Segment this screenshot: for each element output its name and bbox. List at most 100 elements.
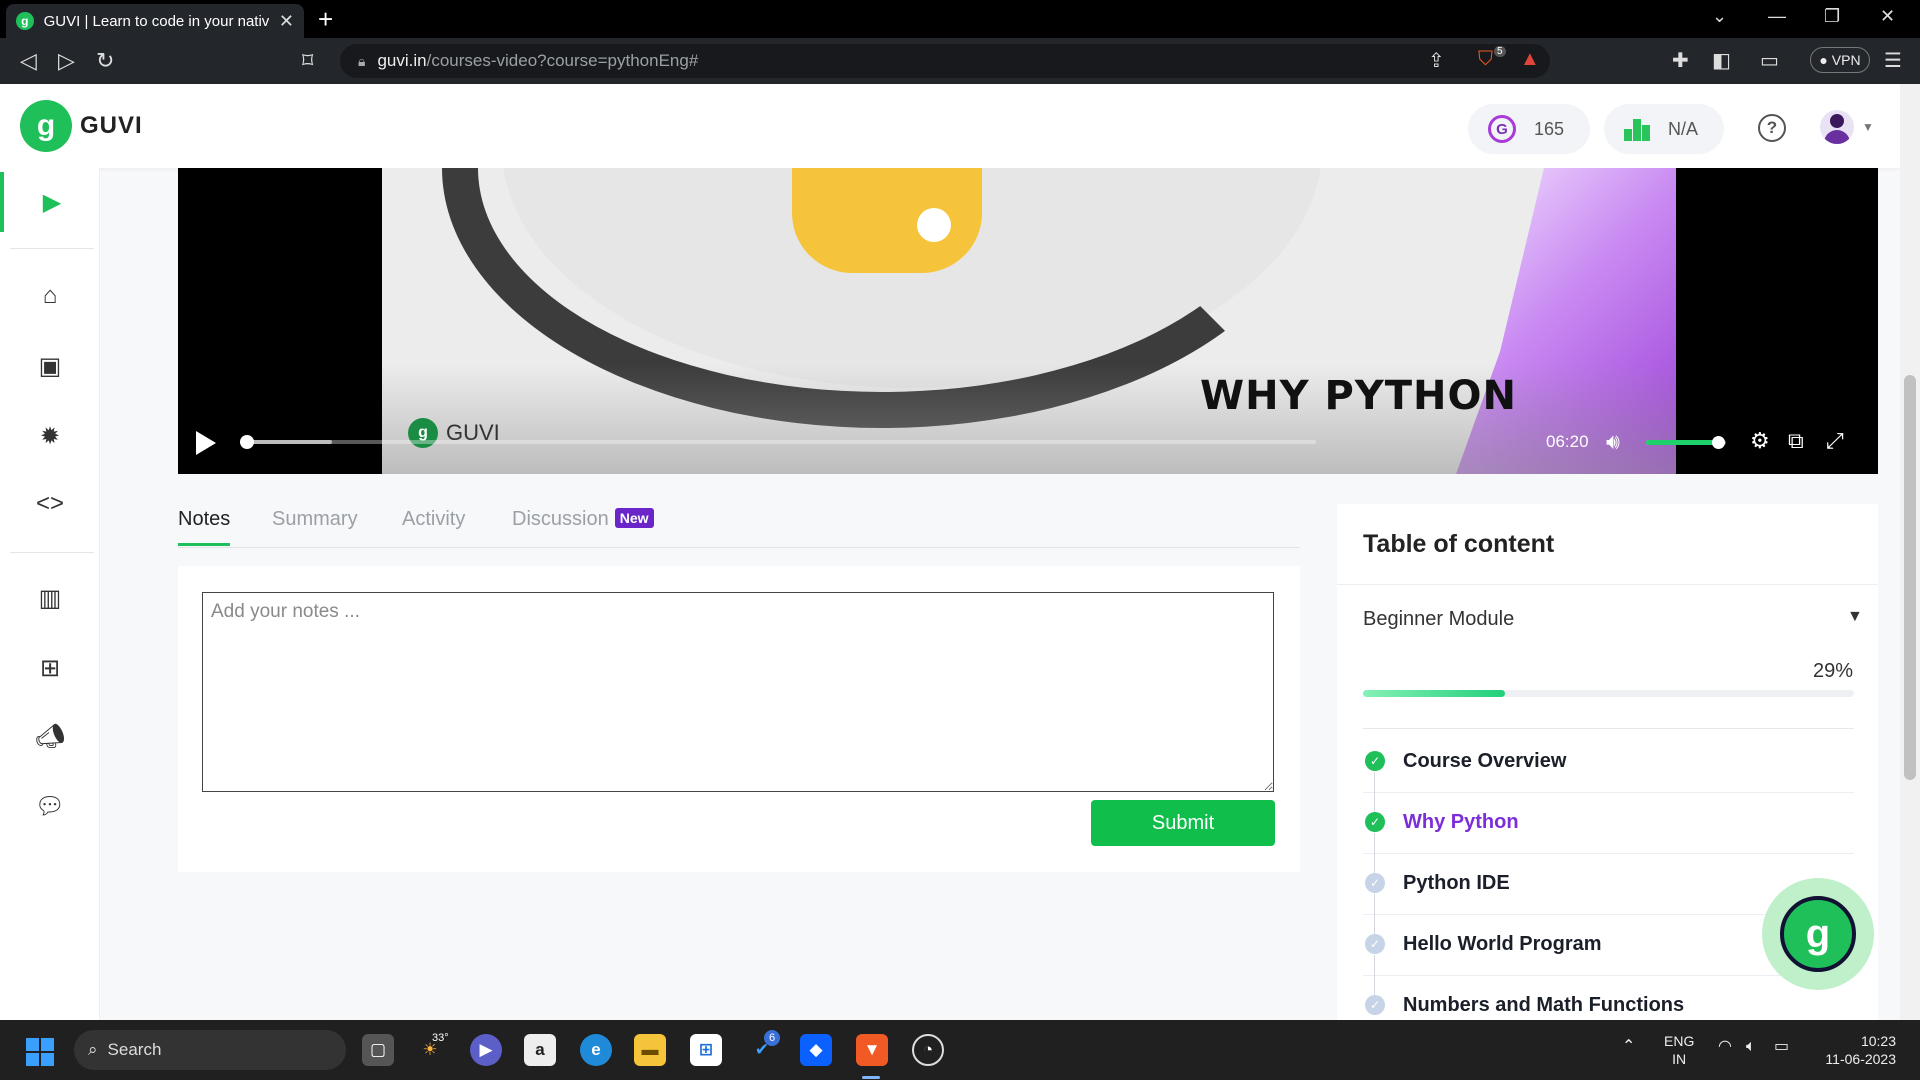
wifi-icon[interactable]: ◠ — [1718, 1038, 1732, 1056]
fullscreen-icon[interactable]: ⤢ — [1826, 428, 1844, 454]
play-icon[interactable] — [196, 431, 216, 455]
teams-icon[interactable]: ▶ — [470, 1034, 502, 1066]
lesson-item[interactable]: ✓ Numbers and Math Functions — [1363, 976, 1854, 1020]
speaker-icon[interactable]: 🔈︎ — [1746, 1038, 1756, 1056]
back-icon[interactable]: ◁ — [20, 48, 37, 74]
dropbox-icon[interactable]: ◆ — [800, 1034, 832, 1066]
new-tab-button[interactable]: + — [318, 4, 333, 35]
minimize-icon[interactable]: — — [1768, 6, 1786, 27]
brand-name[interactable]: GUVI — [80, 112, 143, 140]
sidebar-item-debug[interactable]: ✹ — [0, 406, 100, 466]
taskbar-search-label: Search — [107, 1040, 162, 1059]
bug-icon: ✹ — [39, 422, 61, 450]
avatar[interactable] — [1820, 110, 1854, 144]
guvi-logo-icon[interactable]: g — [20, 100, 72, 152]
help-icon[interactable]: ? — [1758, 114, 1786, 142]
headset-icon: g — [1780, 896, 1856, 972]
lesson-label: Why Python — [1403, 811, 1519, 833]
video-player[interactable]: WHY PYTHON g GUVI 06:20 🔊︎ ⚙ ⧉ ⤢ — [178, 168, 1878, 474]
language-indicator[interactable]: ENG IN — [1664, 1032, 1694, 1068]
url-field[interactable]: 🔒︎ guvi.in/courses-video?course=pythonEn… — [340, 44, 1550, 78]
chevron-down-icon[interactable]: ▼ — [1862, 120, 1874, 134]
sidebar-item-practice[interactable]: ⌂ — [0, 266, 100, 326]
share-icon[interactable]: ⇪ — [1428, 48, 1445, 73]
task-view-icon[interactable]: ▢ — [362, 1034, 394, 1066]
sidebar-item-leaderboard[interactable]: ▥ — [0, 568, 100, 628]
tab-discussion[interactable]: Discussion New — [512, 508, 654, 543]
volume-fill — [1646, 440, 1718, 445]
vpn-button[interactable]: ● VPN — [1810, 47, 1870, 73]
battery-icon[interactable]: ▭ — [1774, 1038, 1789, 1056]
module-progress-label: 29% — [1813, 660, 1854, 682]
module-progress-fill — [1363, 690, 1506, 697]
seek-bar[interactable] — [240, 435, 1316, 449]
sidebar-toggle-icon[interactable]: ◧ — [1712, 48, 1731, 73]
store-icon[interactable]: ⊞ — [690, 1034, 722, 1066]
python-logo-eye — [917, 208, 951, 242]
support-chat-button[interactable]: g — [1762, 878, 1874, 990]
restore-icon[interactable]: ❐ — [1824, 6, 1840, 27]
chevron-down-icon[interactable]: ▼ — [1847, 608, 1863, 626]
video-frame — [382, 168, 1676, 474]
sidebar-item-code[interactable]: <> — [0, 474, 100, 534]
module-name[interactable]: Beginner Module — [1363, 608, 1514, 631]
check-done-icon: ✓ — [1365, 812, 1385, 832]
taskbar-search[interactable]: ⌕ Search — [74, 1030, 346, 1070]
lang-bottom: IN — [1672, 1051, 1687, 1067]
brave-rewards-icon[interactable]: ▲ — [1520, 48, 1540, 71]
close-window-icon[interactable]: ✕ — [1880, 6, 1895, 27]
lesson-item[interactable]: ✓ Why Python — [1363, 793, 1854, 854]
brave-shield-icon[interactable]: ⛉ — [1478, 48, 1493, 71]
volume-handle[interactable] — [1712, 436, 1725, 449]
close-tab-icon[interactable]: ✕ — [279, 11, 294, 32]
bar-chart-icon: ▥ — [38, 584, 62, 612]
wallet-icon[interactable]: ▭ — [1760, 48, 1779, 73]
menu-icon[interactable]: ☰ — [1884, 48, 1902, 73]
edge-icon[interactable]: e — [580, 1034, 612, 1066]
forward-icon[interactable]: ▷ — [58, 48, 75, 74]
popout-icon[interactable]: ⧉ — [1788, 428, 1804, 454]
rank-counter[interactable]: N/A — [1604, 104, 1724, 154]
video-heading: WHY PYTHON — [1200, 373, 1518, 419]
page-scrollbar-thumb[interactable] — [1904, 375, 1916, 780]
leaderboard-icon — [1624, 117, 1650, 141]
submit-button[interactable]: Submit — [1091, 800, 1275, 846]
amazon-icon[interactable]: a — [524, 1034, 556, 1066]
shapes-icon: ⌂ — [42, 282, 58, 309]
volume-slider[interactable] — [1646, 436, 1726, 449]
sidebar-item-videos[interactable]: ▶︎ — [0, 172, 100, 232]
sidebar-item-forum[interactable]: 💬︎ — [0, 776, 100, 836]
sidebar-item-announcements[interactable]: 📣︎ — [0, 706, 100, 766]
bookmark-icon[interactable]: ⌑ — [302, 48, 313, 74]
weather-temp: 33° — [432, 1032, 449, 1044]
settings-icon[interactable]: ⚙ — [1750, 428, 1770, 454]
tab-summary[interactable]: Summary — [272, 508, 358, 543]
brave-icon[interactable]: ▼ — [856, 1034, 888, 1066]
seek-handle[interactable] — [240, 435, 254, 449]
tab-notes[interactable]: Notes — [178, 508, 231, 546]
windows-start-icon[interactable] — [26, 1038, 54, 1066]
tray-overflow-icon[interactable]: ⌃ — [1622, 1038, 1635, 1056]
app-header: g GUVI G 165 N/A ? ▼ — [0, 84, 1900, 168]
check-pending-icon: ✓ — [1365, 934, 1385, 954]
tab-search-chevron-icon[interactable]: ⌄ — [1712, 6, 1727, 27]
clock-date: 11-06-2023 — [1825, 1051, 1896, 1067]
browser-tab[interactable]: g GUVI | Learn to code in your nativ ✕ — [6, 4, 304, 38]
gems-counter[interactable]: G 165 — [1468, 104, 1590, 154]
file-explorer-icon[interactable]: ▬ — [634, 1034, 666, 1066]
obs-icon[interactable]: ◔ — [912, 1034, 944, 1066]
sidebar-item-rewards[interactable]: ⊞ — [0, 638, 100, 698]
sidebar-item-ide[interactable]: ▣ — [0, 336, 100, 396]
volume-icon[interactable]: 🔊︎ — [1606, 429, 1620, 455]
sidebar: ▶︎ ⌂ ▣ ✹ <> ▥ ⊞ 📣︎ 💬︎ — [0, 168, 100, 1020]
reload-icon[interactable]: ↻ — [96, 48, 114, 74]
extensions-icon[interactable]: ✚ — [1672, 48, 1689, 73]
notes-input[interactable] — [202, 592, 1274, 792]
chat-icon: 💬︎ — [34, 792, 66, 820]
tab-activity[interactable]: Activity — [402, 508, 465, 543]
lesson-item[interactable]: ✓ Course Overview — [1363, 732, 1854, 793]
clock[interactable]: 10:23 11-06-2023 — [1816, 1032, 1896, 1068]
toc-divider — [1337, 584, 1878, 585]
check-done-icon: ✓ — [1365, 751, 1385, 771]
seek-buffered — [246, 440, 332, 444]
